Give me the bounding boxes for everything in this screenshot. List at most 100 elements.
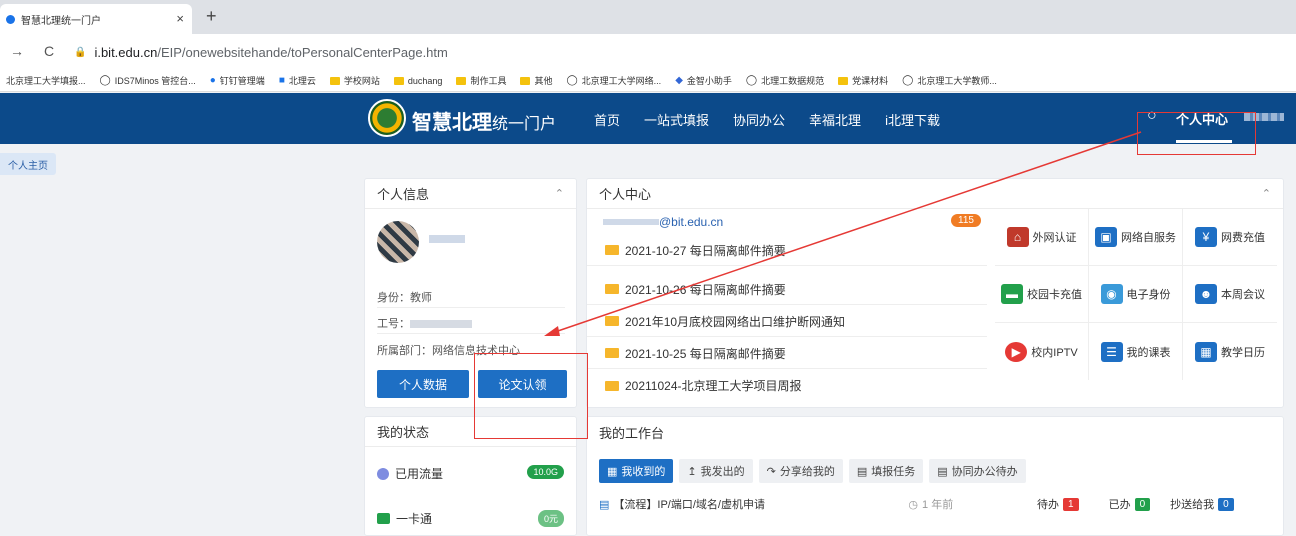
card-balance-badge: 0元 [537, 510, 564, 527]
envelope-icon [605, 284, 619, 294]
globe-icon: ◯ [902, 75, 914, 86]
workbench-row[interactable]: ▤ 【流程】IP/端口/域名/虚机申请 ◷ 1 年前 待办 1 已办 0 抄送给… [599, 493, 1269, 515]
tab-close-icon[interactable]: × [176, 11, 184, 26]
browser-tab[interactable]: 智慧北理统一门户 × [0, 4, 192, 34]
yen-icon: ¥ [1195, 227, 1217, 247]
divider [377, 307, 565, 308]
bookmark-item[interactable]: ◆ 金智小助手 [675, 74, 732, 87]
app-vpn-auth[interactable]: ⌂ 外网认证 [995, 209, 1089, 266]
browser-tab-bar: 智慧北理统一门户 × + [0, 0, 1296, 34]
collapse-icon[interactable]: ⌃ [1262, 187, 1271, 200]
reload-icon[interactable]: C [44, 43, 54, 59]
nav-collab[interactable]: 协同办公 [733, 110, 785, 129]
browser-tab-title: 智慧北理统一门户 [21, 15, 101, 27]
bookmark-folder[interactable]: duchang [393, 76, 442, 86]
app-my-schedule[interactable]: ☰ 我的课表 [1089, 323, 1183, 380]
url-host: i.bit.edu.cn [94, 44, 158, 60]
app-iptv[interactable]: ▶ 校内IPTV [995, 323, 1089, 380]
app-card-recharge[interactable]: ▬ 校园卡充值 [995, 266, 1089, 323]
flow-title: 【流程】IP/端口/域名/虚机申请 [613, 499, 765, 511]
card-icon [377, 513, 390, 524]
portal-brand[interactable]: 智慧北理统一门户 [412, 106, 556, 135]
bookmark-item[interactable]: ◯ IDS7Minos 管控台... [100, 74, 196, 87]
bookmark-item[interactable]: ◯ 北京理工大学教师... [902, 74, 997, 87]
bookmark-item[interactable]: ● 钉钉管理端 [210, 74, 265, 87]
job-id-row: 工号： [377, 315, 472, 331]
bookmark-item[interactable]: 北京理工大学填报... [6, 74, 86, 87]
envelope-icon [605, 245, 619, 255]
grid-icon: ▦ [607, 465, 618, 478]
nav-download[interactable]: i北理下载 [885, 110, 940, 129]
bookmarks-bar: 北京理工大学填报... ◯ IDS7Minos 管控台... ● 钉钉管理端 ■ 北理… [0, 70, 1296, 92]
identity-text: 身份：教师 [377, 292, 432, 304]
pending-count[interactable]: 1 [1063, 497, 1079, 511]
mail-item[interactable]: 2021-10-27 每日隔离邮件摘要 [587, 235, 987, 266]
document-icon: ▤ [599, 498, 610, 511]
university-logo[interactable] [368, 99, 406, 137]
workbench-tabs: ▦ 我收到的 ↥ 我发出的 ↷ 分享给我的 ▤ 填报任务 ▤ 协同办公待办 [599, 459, 1032, 483]
status-card-row[interactable]: 一卡通 [377, 510, 565, 527]
nav-home[interactable]: 首页 [594, 110, 620, 129]
folder-icon [329, 76, 340, 85]
card-icon: ▬ [1001, 284, 1023, 304]
monitor-icon: ▣ [1095, 227, 1117, 247]
folder-icon [520, 76, 531, 85]
url-path: /EIP/onewebsitehande/toPersonalCenterPag… [157, 44, 448, 60]
cc-count[interactable]: 0 [1218, 497, 1234, 511]
bookmark-folder[interactable]: 学校网站 [329, 74, 380, 87]
cc-label: 抄送给我 [1170, 499, 1215, 511]
app-net-recharge[interactable]: ¥ 网费充值 [1183, 209, 1277, 266]
people-icon: ☻ [1195, 284, 1217, 304]
tab-shared[interactable]: ↷ 分享给我的 [758, 459, 843, 483]
tab-collab-todo[interactable]: ▤ 协同办公待办 [929, 459, 1026, 483]
share-icon: ↷ [766, 465, 776, 478]
tab-received[interactable]: ▦ 我收到的 [599, 459, 674, 483]
nav-onestop[interactable]: 一站式填报 [644, 110, 709, 129]
lock-icon: 🔒 [74, 46, 87, 58]
bookmark-item[interactable]: ◯ 北京理工大学网络... [566, 74, 661, 87]
personal-data-button[interactable]: 个人数据 [377, 370, 469, 398]
folder-icon [393, 76, 404, 85]
traffic-value-badge: 10.0G [527, 465, 564, 479]
avatar[interactable] [377, 221, 419, 263]
mail-item[interactable]: 2021-10-26 每日隔离邮件摘要 [587, 274, 987, 305]
bookmark-folder[interactable]: 其他 [520, 74, 552, 87]
envelope-icon [605, 380, 619, 391]
user-name-blurred [429, 235, 465, 243]
url-field[interactable]: 🔒 i.bit.edu.cn/EIP/onewebsitehande/toPer… [74, 39, 1284, 65]
fingerprint-icon: ◉ [1100, 284, 1123, 304]
bookmark-item[interactable]: ■ 北理云 [279, 74, 316, 87]
envelope-icon [605, 316, 619, 326]
unread-badge: 115 [951, 214, 981, 227]
mail-item[interactable]: 2021-10-25 每日隔离邮件摘要 [587, 338, 987, 369]
tab-fill-tasks[interactable]: ▤ 填报任务 [848, 459, 924, 483]
main-nav: 首页 一站式填报 协同办公 幸福北理 i北理下载 [594, 110, 964, 129]
app-teaching-calendar[interactable]: ▦ 教学日历 [1183, 323, 1277, 380]
app-e-identity[interactable]: ◉ 电子身份 [1089, 266, 1183, 323]
email-account[interactable]: @bit.edu.cn 115 [587, 209, 987, 235]
done-count[interactable]: 0 [1134, 497, 1151, 511]
tab-sent[interactable]: ↥ 我发出的 [679, 459, 753, 483]
tv-icon: ▶ [1005, 341, 1028, 362]
personal-home-tag[interactable]: 个人主页 [0, 153, 56, 175]
card-title: 我的状态 [377, 425, 430, 440]
annotation-box-personal-center [1137, 112, 1256, 155]
back-icon[interactable]: → [10, 43, 24, 59]
form-icon: ▤ [856, 465, 868, 478]
divider [377, 333, 565, 334]
nav-happy[interactable]: 幸福北理 [809, 110, 861, 129]
app-weekly-meeting[interactable]: ☻ 本周会议 [1183, 266, 1277, 323]
email-user-blurred [603, 219, 659, 225]
collapse-icon[interactable]: ⌃ [555, 187, 564, 200]
done-label: 已办 [1108, 499, 1131, 511]
globe-icon: ◯ [566, 75, 578, 86]
bookmark-item[interactable]: ◯ 北理工数据规范 [746, 74, 824, 87]
house-icon: ⌂ [1006, 227, 1029, 247]
bookmark-folder[interactable]: 党课材料 [838, 74, 888, 87]
app-net-service[interactable]: ▣ 网络自服务 [1089, 209, 1183, 266]
mail-item[interactable]: 20211024-北京理工大学项目周报 [587, 370, 987, 401]
annotation-box-paper-claim [474, 353, 588, 439]
new-tab-icon[interactable]: + [206, 6, 217, 27]
mail-item[interactable]: 2021年10月底校园网络出口维护断网通知 [587, 306, 987, 337]
bookmark-folder[interactable]: 制作工具 [456, 74, 506, 87]
